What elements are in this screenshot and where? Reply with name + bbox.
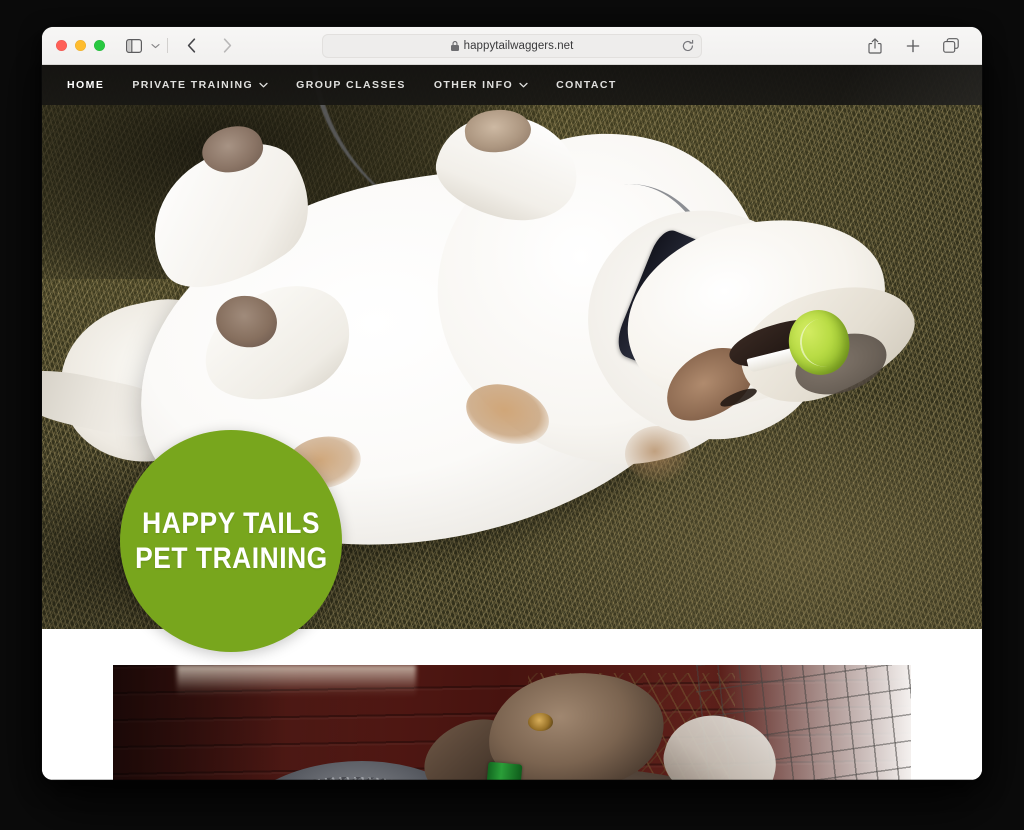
nav-item-home[interactable]: HOME [67,79,104,91]
nav-item-home-label: HOME [67,79,105,91]
toolbar-divider [167,38,168,53]
nav-item-private-training[interactable]: PRIVATE TRAINING [132,79,268,91]
chevron-down-icon [519,82,528,90]
page-bottom-edge [42,779,982,780]
barn-light-streak [176,665,417,697]
share-icon[interactable] [862,34,888,58]
close-window-button[interactable] [56,40,67,51]
url-field[interactable]: happytailwaggers.net [322,34,702,58]
new-tab-icon[interactable] [900,34,926,58]
window-controls [56,40,105,51]
section-photo [113,665,911,780]
minimize-window-button[interactable] [75,40,86,51]
nav-item-contact[interactable]: CONTACT [556,79,617,91]
reload-icon[interactable] [682,39,694,53]
browser-toolbar: happytailwaggers.net [42,27,982,65]
web-page-content: HOME PRIVATE TRAINING GROUP CLASSES OTHE… [42,65,982,780]
site-navigation-bar: HOME PRIVATE TRAINING GROUP CLASSES OTHE… [42,65,982,105]
desktop-backdrop: happytailwaggers.net HOME PRIVATE TRAINI… [0,0,1024,830]
site-logo-badge[interactable]: HAPPY TAILS PET TRAINING [120,430,342,652]
tab-overview-icon[interactable] [938,34,964,58]
logo-line-2: PET TRAINING [134,542,328,575]
content-section [42,629,982,780]
back-button[interactable] [178,34,204,58]
browser-window: happytailwaggers.net HOME PRIVATE TRAINI… [42,27,982,780]
sidebar-toggle-button[interactable] [121,34,147,58]
nav-item-group-classes-label: GROUP CLASSES [296,79,406,91]
logo-line-1: HAPPY TAILS [142,506,320,540]
chevron-down-icon [259,82,268,90]
nav-item-contact-label: CONTACT [556,79,617,91]
navigation-arrows [178,34,240,58]
nav-item-private-training-label: PRIVATE TRAINING [132,79,254,91]
toolbar-right-group [862,34,968,58]
maximize-window-button[interactable] [94,40,105,51]
nav-item-group-classes[interactable]: GROUP CLASSES [296,79,406,91]
pointer-dog-eye [527,713,553,731]
nav-item-other-info-label: OTHER INFO [433,79,514,91]
forward-button[interactable] [214,34,240,58]
nav-item-other-info[interactable]: OTHER INFO [434,79,528,91]
address-bar[interactable]: happytailwaggers.net [322,34,702,58]
chevron-down-icon[interactable] [147,34,163,58]
toolbar-left-group [121,34,240,58]
url-text: happytailwaggers.net [463,40,574,52]
lock-icon [450,41,459,51]
